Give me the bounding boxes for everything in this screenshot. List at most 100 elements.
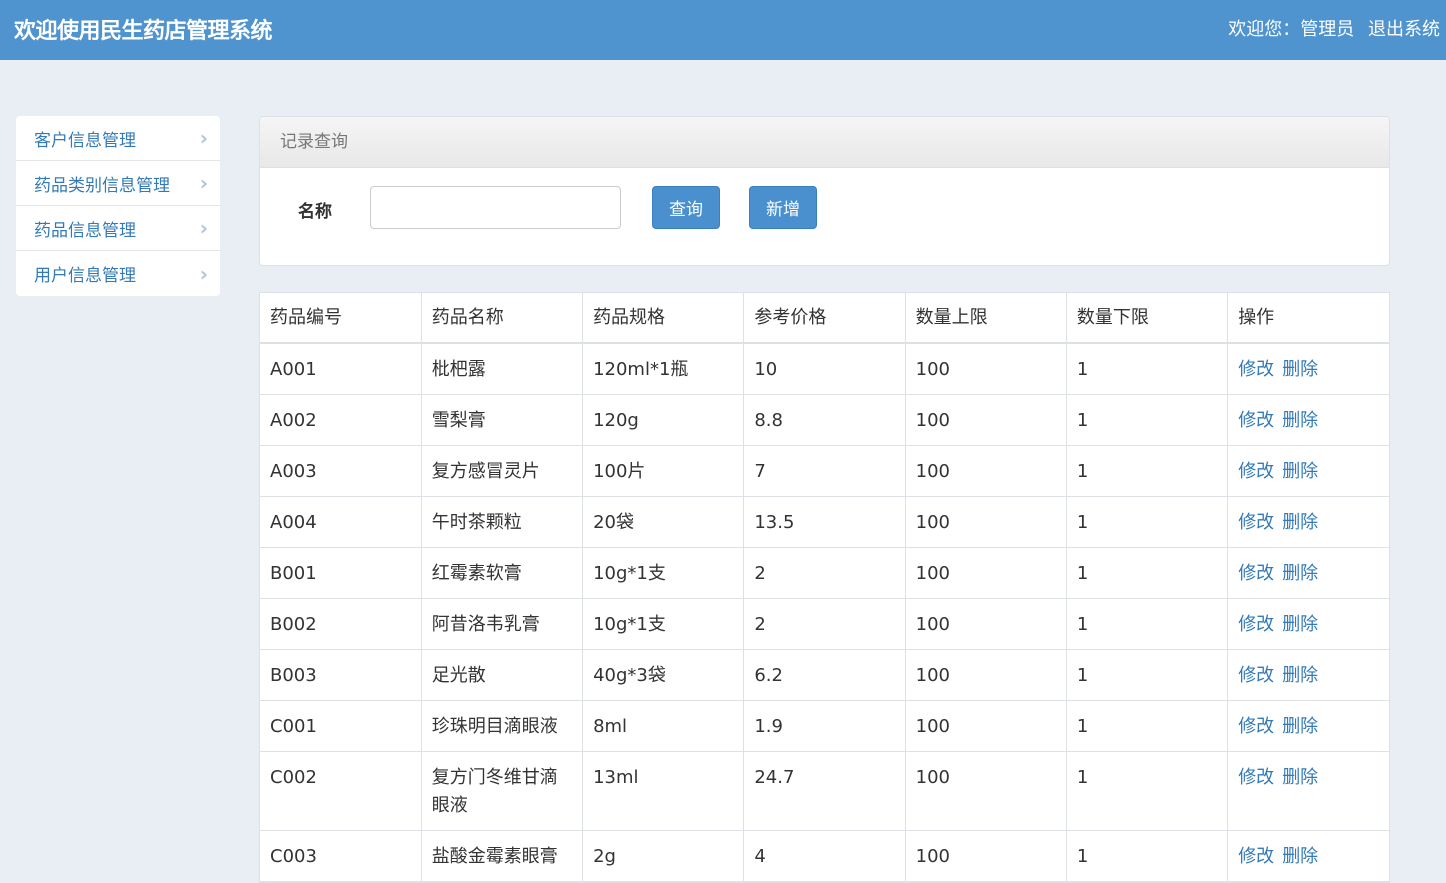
table-row: A003 复方感冒灵片 100片 7 100 1 修改 删除 — [260, 445, 1389, 497]
sidebar-item-label: 药品信息管理 — [34, 220, 136, 241]
column-header: 参考价格 — [743, 293, 906, 344]
column-header: 药品名称 — [421, 293, 584, 344]
query-panel: 记录查询 名称 查询 新增 — [259, 116, 1390, 266]
table-cell: 100 — [905, 649, 1067, 701]
sidebar-item-customer[interactable]: 客户信息管理 › — [16, 116, 220, 161]
chevron-right-icon: › — [199, 126, 208, 150]
table-cell: 100 — [905, 751, 1067, 831]
actions-cell: 修改 删除 — [1227, 598, 1389, 650]
sidebar-item-drug-category[interactable]: 药品类别信息管理 › — [16, 161, 220, 206]
table-cell: 40g*3袋 — [582, 649, 745, 701]
edit-link[interactable]: 修改 — [1238, 410, 1274, 431]
actions-cell: 修改 删除 — [1227, 445, 1389, 497]
app-title: 欢迎使用民生药店管理系统 — [14, 19, 273, 44]
table-cell: 13.5 — [743, 496, 906, 548]
table-row: A002 雪梨膏 120g 8.8 100 1 修改 删除 — [260, 394, 1389, 446]
table-cell: 24.7 — [743, 751, 906, 831]
edit-link[interactable]: 修改 — [1238, 614, 1274, 635]
table-cell: A001 — [260, 343, 422, 395]
actions-cell: 修改 删除 — [1227, 751, 1389, 831]
table-cell: 10 — [743, 343, 906, 395]
delete-link[interactable]: 删除 — [1282, 665, 1318, 686]
delete-link[interactable]: 删除 — [1282, 846, 1318, 867]
edit-link[interactable]: 修改 — [1238, 846, 1274, 867]
table-cell: 6.2 — [743, 649, 906, 701]
edit-link[interactable]: 修改 — [1238, 359, 1274, 380]
table-row: C002 复方门冬维甘滴眼液 13ml 24.7 100 1 修改 删除 — [260, 751, 1389, 831]
sidebar-item-label: 客户信息管理 — [34, 130, 136, 151]
table-cell: B001 — [260, 547, 422, 599]
edit-link[interactable]: 修改 — [1238, 716, 1274, 737]
table-cell: 100 — [905, 598, 1067, 650]
table-cell: 珍珠明目滴眼液 — [421, 700, 584, 752]
top-header: 欢迎使用民生药店管理系统 欢迎您：管理员 退出系统 — [0, 0, 1446, 60]
table-cell: 8ml — [582, 700, 745, 752]
table-cell: 100片 — [582, 445, 745, 497]
table-row: B003 足光散 40g*3袋 6.2 100 1 修改 删除 — [260, 649, 1389, 701]
chevron-right-icon: › — [199, 171, 208, 195]
table-row: A004 午时茶颗粒 20袋 13.5 100 1 修改 删除 — [260, 496, 1389, 548]
delete-link[interactable]: 删除 — [1282, 767, 1318, 788]
sidebar-item-label: 药品类别信息管理 — [34, 175, 170, 196]
drug-table: 药品编号 药品名称 药品规格 参考价格 数量上限 数量下限 操作 A001 枇杷露… — [259, 292, 1390, 883]
table-cell: 13ml — [582, 751, 745, 831]
table-cell: 枇杷露 — [421, 343, 584, 395]
table-cell: 2 — [743, 547, 906, 599]
table-cell: 120g — [582, 394, 745, 446]
table-cell: B002 — [260, 598, 422, 650]
table-cell: 1 — [1066, 394, 1229, 446]
table-row: B001 红霉素软膏 10g*1支 2 100 1 修改 删除 — [260, 547, 1389, 599]
table-cell: 1.9 — [743, 700, 906, 752]
actions-cell: 修改 删除 — [1227, 394, 1389, 446]
table-cell: 1 — [1066, 700, 1229, 752]
table-cell: 1 — [1066, 598, 1229, 650]
edit-link[interactable]: 修改 — [1238, 767, 1274, 788]
actions-cell: 修改 删除 — [1227, 649, 1389, 701]
table-row: B002 阿昔洛韦乳膏 10g*1支 2 100 1 修改 删除 — [260, 598, 1389, 650]
column-header: 数量上限 — [905, 293, 1067, 344]
table-cell: 120ml*1瓶 — [582, 343, 745, 395]
edit-link[interactable]: 修改 — [1238, 665, 1274, 686]
name-input[interactable] — [370, 186, 621, 229]
table-row: C001 珍珠明目滴眼液 8ml 1.9 100 1 修改 删除 — [260, 700, 1389, 752]
sidebar-item-user[interactable]: 用户信息管理 › — [16, 251, 220, 296]
sidebar-item-drug[interactable]: 药品信息管理 › — [16, 206, 220, 251]
query-button[interactable]: 查询 — [652, 186, 720, 229]
delete-link[interactable]: 删除 — [1282, 614, 1318, 635]
delete-link[interactable]: 删除 — [1282, 359, 1318, 380]
table-cell: 复方门冬维甘滴眼液 — [421, 751, 584, 831]
delete-link[interactable]: 删除 — [1282, 512, 1318, 533]
sidebar-item-label: 用户信息管理 — [34, 266, 136, 286]
delete-link[interactable]: 删除 — [1282, 716, 1318, 737]
add-button[interactable]: 新增 — [749, 186, 817, 229]
table-cell: 100 — [905, 394, 1067, 446]
table-cell: 10g*1支 — [582, 598, 745, 650]
delete-link[interactable]: 删除 — [1282, 410, 1318, 431]
table-cell: 1 — [1066, 751, 1229, 831]
welcome-text: 欢迎您：管理员 — [1228, 19, 1355, 40]
chevron-right-icon: › — [199, 261, 208, 286]
table-cell: 复方感冒灵片 — [421, 445, 584, 497]
actions-cell: 修改 删除 — [1227, 496, 1389, 548]
table-cell: 7 — [743, 445, 906, 497]
table-cell: 100 — [905, 700, 1067, 752]
table-cell: 100 — [905, 547, 1067, 599]
table-cell: 红霉素软膏 — [421, 547, 584, 599]
edit-link[interactable]: 修改 — [1238, 461, 1274, 482]
edit-link[interactable]: 修改 — [1238, 512, 1274, 533]
chevron-right-icon: › — [199, 216, 208, 240]
table-cell: 足光散 — [421, 649, 584, 701]
delete-link[interactable]: 删除 — [1282, 563, 1318, 584]
table-cell: B003 — [260, 649, 422, 701]
table-header-row: 药品编号 药品名称 药品规格 参考价格 数量上限 数量下限 操作 — [260, 293, 1389, 344]
table-cell: A004 — [260, 496, 422, 548]
delete-link[interactable]: 删除 — [1282, 461, 1318, 482]
table-cell: 100 — [905, 445, 1067, 497]
actions-cell: 修改 删除 — [1227, 547, 1389, 599]
column-header: 药品规格 — [582, 293, 745, 344]
table-cell: C002 — [260, 751, 422, 831]
edit-link[interactable]: 修改 — [1238, 563, 1274, 584]
logout-link[interactable]: 退出系统 — [1368, 15, 1440, 41]
table-cell: 2 — [743, 598, 906, 650]
user-area: 欢迎您：管理员 退出系统 — [1228, 15, 1440, 41]
